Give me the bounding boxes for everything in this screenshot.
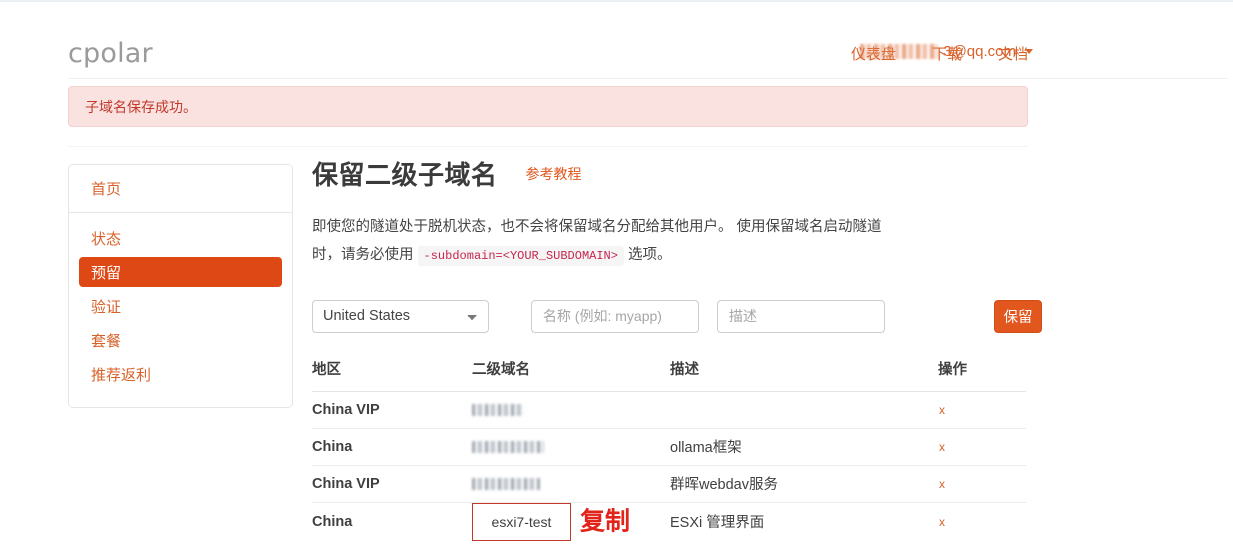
cell-region: China: [312, 513, 353, 530]
cell-description: 群晖webdav服务: [670, 465, 938, 503]
table-header-row: 地区 二级域名 描述 操作: [312, 357, 1026, 392]
cell-actions: x: [938, 428, 1026, 466]
column-header-description: 描述: [670, 357, 938, 392]
sidebar: 首页 状态 预留 验证 套餐 推荐返利: [68, 164, 293, 408]
success-alert: 子域名保存成功。: [68, 86, 1028, 127]
cell-region: China VIP: [312, 391, 472, 429]
sidebar-list: 状态 预留 验证 套餐 推荐返利: [69, 213, 292, 407]
sidebar-item-status[interactable]: 状态: [79, 223, 282, 253]
column-header-region: 地区: [312, 357, 472, 392]
cell-subdomain: [472, 465, 670, 503]
account-email-suffix: 3@qq.com: [943, 43, 1016, 60]
delete-icon[interactable]: x: [938, 477, 945, 491]
table-row: China ollama框架 x: [312, 428, 1026, 466]
sidebar-item-label: 状态: [91, 230, 122, 248]
page-header: cpolar 仪表盘 下载 文档 3@qq.com: [0, 2, 1233, 78]
sidebar-item-reserved[interactable]: 预留: [79, 257, 282, 287]
redacted-subdomain: [472, 403, 524, 416]
cell-actions: x: [938, 391, 1026, 429]
account-menu[interactable]: 3@qq.com: [860, 43, 1033, 60]
table-head: 地区 二级域名 描述 操作: [312, 357, 1026, 392]
cell-region: China: [312, 428, 472, 466]
cell-region: China VIP: [312, 465, 472, 503]
cell-actions: x: [938, 502, 1026, 541]
redacted-subdomain: [472, 440, 544, 453]
sidebar-item-referral[interactable]: 推荐返利: [79, 359, 282, 389]
column-header-actions: 操作: [938, 357, 1026, 392]
sidebar-item-label: 验证: [91, 298, 122, 316]
cell-actions: x: [938, 465, 1026, 503]
subdomain-name-input[interactable]: [530, 299, 699, 333]
table-row: China VIP x: [312, 391, 1026, 429]
delete-icon[interactable]: x: [938, 515, 945, 529]
highlighted-subdomain-box[interactable]: esxi7-test: [472, 502, 571, 541]
region-select[interactable]: United States: [312, 299, 489, 333]
table-body: China VIP x China ollama框架 x China VIP 群…: [312, 391, 1026, 541]
reserved-subdomains-table: 地区 二级域名 描述 操作 China VIP x China ollama框架…: [312, 357, 1026, 541]
page-title-row: 保留二级子域名 参考教程: [312, 160, 1042, 191]
delete-icon[interactable]: x: [938, 440, 945, 454]
cell-description: ollama框架: [670, 428, 938, 466]
page-description: 即使您的隧道处于脱机状态，也不会将保留域名分配给其他用户。 使用保留域名启动隧道…: [312, 213, 892, 270]
copy-annotation: 复制: [580, 507, 631, 536]
subdomain-option-code: -subdomain=<YOUR_SUBDOMAIN>: [417, 246, 624, 267]
sidebar-item-home[interactable]: 首页: [69, 165, 292, 213]
tutorial-link[interactable]: 参考教程: [526, 164, 582, 191]
cell-subdomain: esxi7-test 复制: [472, 502, 670, 541]
redacted-email-prefix: [860, 44, 939, 59]
sidebar-item-verify[interactable]: 验证: [79, 291, 282, 321]
cell-description: ESXi 管理界面: [670, 515, 765, 532]
main-content: 保留二级子域名 参考教程 即使您的隧道处于脱机状态，也不会将保留域名分配给其他用…: [312, 160, 1042, 541]
cell-subdomain: [472, 391, 670, 429]
brand-logo[interactable]: cpolar: [68, 40, 153, 67]
content-divider: [68, 146, 1028, 147]
sidebar-item-label: 推荐返利: [91, 366, 152, 384]
table-row: China VIP 群晖webdav服务 x: [312, 465, 1026, 503]
reserve-save-button[interactable]: 保留: [993, 299, 1042, 333]
cell-description: [670, 391, 938, 429]
delete-icon[interactable]: x: [938, 403, 945, 417]
subdomain-description-input[interactable]: [716, 299, 885, 333]
redacted-subdomain: [472, 477, 540, 490]
page-title: 保留二级子域名: [312, 160, 498, 190]
alert-message: 子域名保存成功。: [85, 98, 197, 115]
sidebar-home-label[interactable]: 首页: [91, 178, 121, 199]
reserve-form: United States 保留: [312, 299, 1042, 333]
cell-subdomain: [472, 428, 670, 466]
column-header-subdomain: 二级域名: [472, 357, 670, 392]
sidebar-item-label: 套餐: [91, 332, 122, 350]
table-row: China esxi7-test 复制 ESXi 管理界面 x: [312, 502, 1026, 541]
chevron-down-icon: [1025, 49, 1033, 54]
description-text-part2: 选项。: [628, 247, 672, 264]
sidebar-item-plans[interactable]: 套餐: [79, 325, 282, 355]
header-divider: [68, 78, 1228, 79]
sidebar-item-label: 预留: [91, 264, 122, 282]
